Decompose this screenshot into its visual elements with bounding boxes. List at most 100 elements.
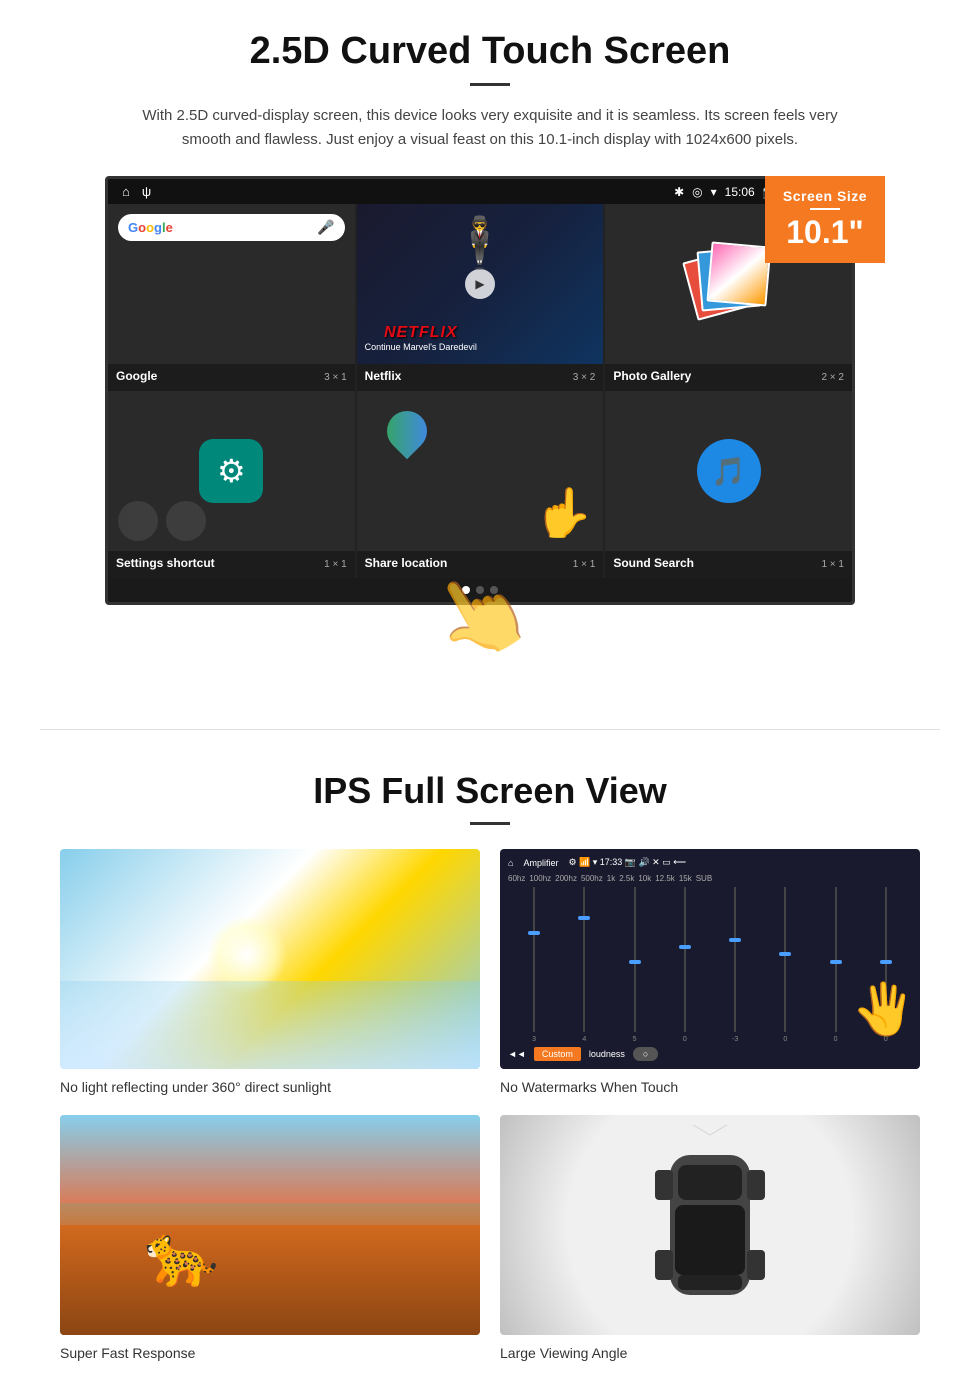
hand-eq-icon: 🖐 <box>853 980 915 1039</box>
netflix-label: NETFLIX Continue Marvel's Daredevil <box>365 324 477 352</box>
netflix-app-cell[interactable]: 🕴 ▶ NETFLIX Continue Marvel's Daredevil <box>357 204 604 364</box>
section1-title: 2.5D Curved Touch Screen <box>60 30 920 73</box>
badge-title: Screen Size <box>783 188 867 204</box>
microphone-icon[interactable]: 🎤 <box>317 219 334 236</box>
eq-icons: ⚙ 📶 ▾ 17:33 📷 🔊 ✕ ▭ ⟵ <box>568 857 686 868</box>
gallery-label-row: Photo Gallery 2 × 2 <box>605 364 852 391</box>
section-curved-screen: 2.5D Curved Touch Screen With 2.5D curve… <box>0 0 980 699</box>
app-grid-row2: ⚙ <box>108 391 852 551</box>
equalizer-caption: No Watermarks When Touch <box>500 1079 920 1095</box>
share-location-app-cell[interactable]: 👆 <box>357 391 604 551</box>
eq-freq-labels: 60hz100hz200hz500hz1k2.5k10k12.5k15kSUB <box>508 874 912 883</box>
bluetooth-icon: ✱ <box>674 185 684 199</box>
screen-size-badge: Screen Size 10.1" <box>765 176 885 263</box>
eq-sliders: 3 4 5 <box>508 887 912 1043</box>
eq-slider-7: 0 <box>814 887 858 1043</box>
shadow-circle-1 <box>118 501 158 541</box>
sound-search-label-row: Sound Search 1 × 1 <box>605 551 852 578</box>
eq-label-5: -3 <box>732 1036 738 1043</box>
netflix-app-size: 3 × 2 <box>573 372 596 383</box>
gear-icon: ⚙ <box>217 452 246 490</box>
android-screen: ⌂ ψ ✱ ◎ ▾ 15:06 📷 🔊 ✕ ▭ <box>105 176 855 605</box>
netflix-subtitle: Continue Marvel's Daredevil <box>365 342 477 352</box>
settings-app-cell[interactable]: ⚙ <box>108 391 355 551</box>
section2-title: IPS Full Screen View <box>60 770 920 812</box>
play-button[interactable]: ▶ <box>465 269 495 299</box>
title-underline <box>470 83 510 86</box>
eq-label-7: 0 <box>834 1036 838 1043</box>
eq-track-3 <box>634 887 636 1032</box>
hand-pointing-icon: 👆 <box>534 484 594 541</box>
google-app-size: 3 × 1 <box>324 372 347 383</box>
eq-slider-1: 3 <box>512 887 556 1043</box>
sound-search-app-size: 1 × 1 <box>821 559 844 570</box>
sound-search-app-cell[interactable]: 🎵 <box>605 391 852 551</box>
cheetah-caption: Super Fast Response <box>60 1345 480 1361</box>
eq-track-4 <box>684 887 686 1032</box>
google-logo: Google <box>128 220 173 235</box>
google-label: Google 3 × 1 <box>108 364 355 391</box>
cheetah-image: 🐆 <box>60 1115 480 1335</box>
car-svg <box>650 1125 770 1325</box>
section2-underline <box>470 822 510 825</box>
gallery-app-name: Photo Gallery <box>613 369 691 383</box>
app-labels-row1: Google 3 × 1 Netflix 3 × 2 Photo Gallery… <box>108 364 852 391</box>
eq-back-icon: ◄◄ <box>508 1049 526 1059</box>
feature-sunlight: No light reflecting under 360° direct su… <box>60 849 480 1095</box>
eq-track-6 <box>784 887 786 1032</box>
settings-cell-inner: ⚙ <box>108 391 355 551</box>
google-search-bar[interactable]: Google 🎤 <box>118 214 345 241</box>
settings-label-row: Settings shortcut 1 × 1 <box>108 551 355 578</box>
shadow-circle-2 <box>166 501 206 541</box>
eq-topbar: ⌂ Amplifier ⚙ 📶 ▾ 17:33 📷 🔊 ✕ ▭ ⟵ <box>508 857 912 868</box>
eq-slider-6: 0 <box>763 887 807 1043</box>
usb-icon: ψ <box>142 184 151 199</box>
device-mockup: Screen Size 10.1" ⌂ ψ ✱ ◎ ▾ 15:06 <box>105 176 875 605</box>
google-app-name: Google <box>116 369 157 383</box>
settings-icon: ⚙ <box>199 439 263 503</box>
sunlight-image <box>60 849 480 1069</box>
eq-title: Amplifier <box>523 858 558 868</box>
feature-equalizer: ⌂ Amplifier ⚙ 📶 ▾ 17:33 📷 🔊 ✕ ▭ ⟵ 60hz10… <box>500 849 920 1095</box>
home-icon[interactable]: ⌂ <box>122 184 130 199</box>
app-grid-row1: Google 🎤 🕴 ▶ <box>108 204 852 364</box>
share-location-app-name: Share location <box>365 556 448 570</box>
eq-thumb-7 <box>830 960 842 964</box>
section1-description: With 2.5D curved-display screen, this de… <box>140 104 840 152</box>
eq-loudness-label: loudness <box>589 1049 625 1059</box>
eq-track-7 <box>835 887 837 1032</box>
eq-label-4: 0 <box>683 1036 687 1043</box>
badge-size: 10.1" <box>783 214 867 251</box>
share-cell-inner: 👆 <box>357 391 604 551</box>
settings-app-name: Settings shortcut <box>116 556 215 570</box>
eq-slider-5: -3 <box>713 887 757 1043</box>
eq-thumb-5 <box>729 938 741 942</box>
music-note-icon: 🎵 <box>697 439 761 503</box>
status-left: ⌂ ψ <box>122 184 151 199</box>
car-visual <box>500 1115 920 1335</box>
wifi-icon: ▾ <box>711 185 717 199</box>
maps-icon <box>387 411 427 451</box>
google-app-cell[interactable]: Google 🎤 <box>108 204 355 364</box>
eq-thumb-8 <box>880 960 892 964</box>
share-location-app-size: 1 × 1 <box>573 559 596 570</box>
eq-bottom-bar: ◄◄ Custom loudness ○ <box>508 1047 912 1061</box>
status-bar: ⌂ ψ ✱ ◎ ▾ 15:06 📷 🔊 ✕ ▭ <box>108 179 852 204</box>
time-display: 15:06 <box>725 185 755 199</box>
section-ips-fullscreen: IPS Full Screen View No light reflecting… <box>0 760 980 1391</box>
location-icon: ◎ <box>692 185 702 199</box>
eq-toggle: ○ <box>633 1047 658 1061</box>
music-cell-inner: 🎵 <box>605 391 852 551</box>
eq-thumb-2 <box>578 916 590 920</box>
eq-slider-2: 4 <box>562 887 606 1043</box>
eq-label-6: 0 <box>783 1036 787 1043</box>
eq-thumb-4 <box>679 945 691 949</box>
gallery-stack <box>689 244 769 324</box>
eq-track-5 <box>734 887 736 1032</box>
badge-underline <box>810 208 840 210</box>
eq-label-2: 4 <box>582 1036 586 1043</box>
feature-car: Large Viewing Angle <box>500 1115 920 1361</box>
eq-label-1: 3 <box>532 1036 536 1043</box>
gallery-app-size: 2 × 2 <box>821 372 844 383</box>
netflix-cell-inner: 🕴 ▶ NETFLIX Continue Marvel's Daredevil <box>357 204 604 364</box>
